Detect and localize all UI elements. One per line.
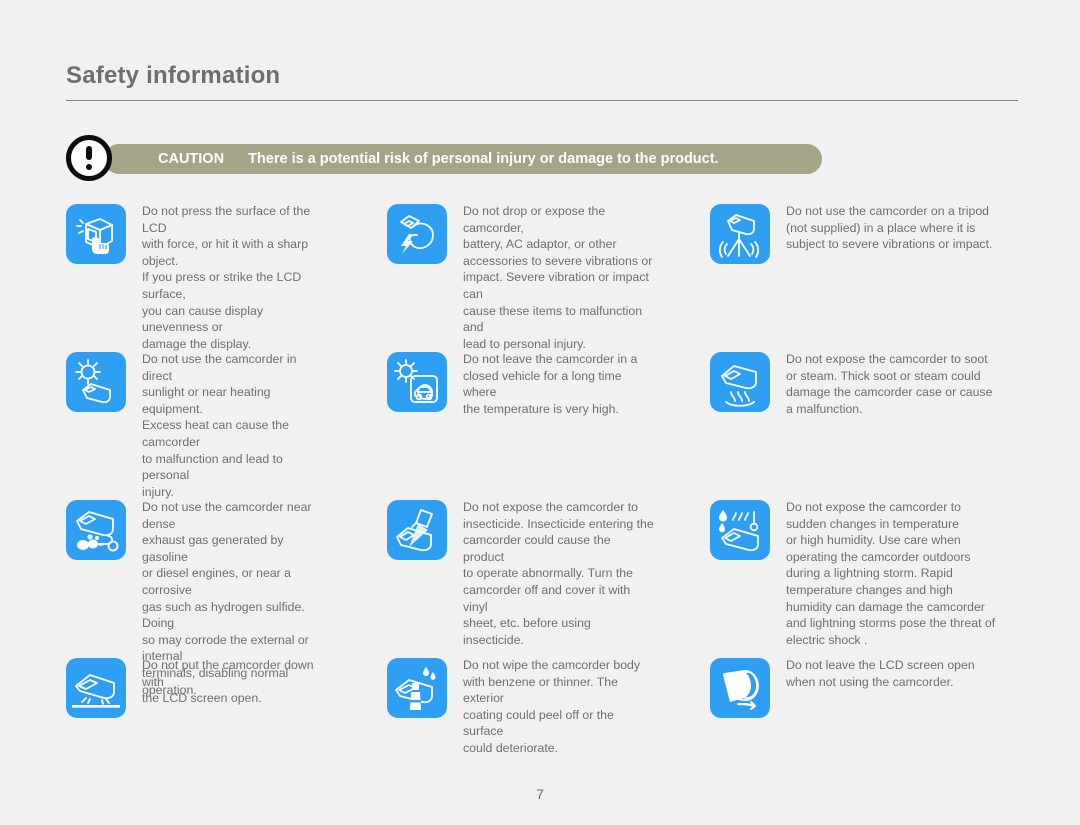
safety-item: Do not leave the camcorder in a closed v… (327, 344, 654, 492)
safety-item: Do not wipe the camcorder body with benz… (327, 650, 654, 770)
safety-item: Do not use the camcorder in direct sunli… (0, 344, 327, 499)
safety-item: Do not expose the camcorder to sudden ch… (654, 492, 1014, 650)
safety-item-text: Do not press the surface of the LCD with… (142, 204, 311, 351)
safety-item: Do not leave the LCD screen open when no… (654, 650, 1014, 770)
page-title: Safety information (66, 62, 281, 89)
camcorder-tripod-vibration-icon (710, 204, 770, 264)
caution-message: There is a potential risk of personal in… (248, 151, 719, 167)
safety-item-text: Do not wipe the camcorder body with benz… (463, 658, 641, 755)
safety-item: Do not expose the camcorder to insectici… (327, 492, 654, 650)
safety-item-text: Do not expose the camcorder to soot or s… (786, 352, 993, 416)
camcorder-temperature-humidity-icon (710, 500, 770, 560)
safety-item-text: Do not leave the camcorder in a closed v… (463, 352, 638, 416)
safety-item: Do not put the camcorder down with the L… (0, 650, 327, 770)
safety-item: Do not use the camcorder on a tripod (no… (654, 196, 1014, 344)
safety-row: Do not press the surface of the LCD with… (0, 196, 1080, 351)
page-number: 7 (536, 786, 544, 802)
camcorder-benzene-thinner-icon (387, 658, 447, 718)
manual-page: Safety information CAUTION There is a po… (0, 0, 1080, 825)
title-divider (66, 100, 1018, 101)
safety-item-text: Do not expose the camcorder to sudden ch… (786, 500, 996, 647)
camcorder-sun-heat-icon (66, 352, 126, 412)
camcorder-close-lcd-icon (710, 658, 770, 718)
camcorder-soot-steam-icon (710, 352, 770, 412)
safety-item: Do not drop or expose the camcorder, bat… (327, 196, 654, 351)
safety-item-text: Do not use the camcorder on a tripod (no… (786, 204, 993, 252)
safety-item: Do not use the camcorder near dense exha… (0, 492, 327, 697)
camcorder-insecticide-spray-icon (387, 500, 447, 560)
caution-banner: CAUTION There is a potential risk of per… (104, 144, 822, 174)
safety-item: Do not press the surface of the LCD with… (0, 196, 327, 351)
safety-items-grid: Do not press the surface of the LCD with… (0, 196, 1080, 770)
safety-item-text: Do not expose the camcorder to insectici… (463, 500, 654, 647)
exclamation-circle-icon (66, 135, 112, 181)
safety-row: Do not use the camcorder near dense exha… (0, 492, 1080, 697)
safety-item-text: Do not leave the LCD screen open when no… (786, 658, 975, 689)
caution-label: CAUTION (158, 151, 225, 167)
safety-item: Do not expose the camcorder to soot or s… (654, 344, 1014, 492)
camcorder-drop-impact-icon (387, 204, 447, 264)
safety-item-text: Do not drop or expose the camcorder, bat… (463, 204, 653, 351)
camcorder-in-car-sun-icon (387, 352, 447, 412)
camcorder-lcd-down-icon (66, 658, 126, 718)
safety-item-text: Do not put the camcorder down with the L… (142, 658, 314, 706)
safety-item-text: Do not use the camcorder in direct sunli… (142, 352, 297, 499)
camcorder-exhaust-gas-icon (66, 500, 126, 560)
safety-row: Do not put the camcorder down with the L… (0, 650, 1080, 770)
lcd-press-finger-icon (66, 204, 126, 264)
safety-row: Do not use the camcorder in direct sunli… (0, 344, 1080, 499)
